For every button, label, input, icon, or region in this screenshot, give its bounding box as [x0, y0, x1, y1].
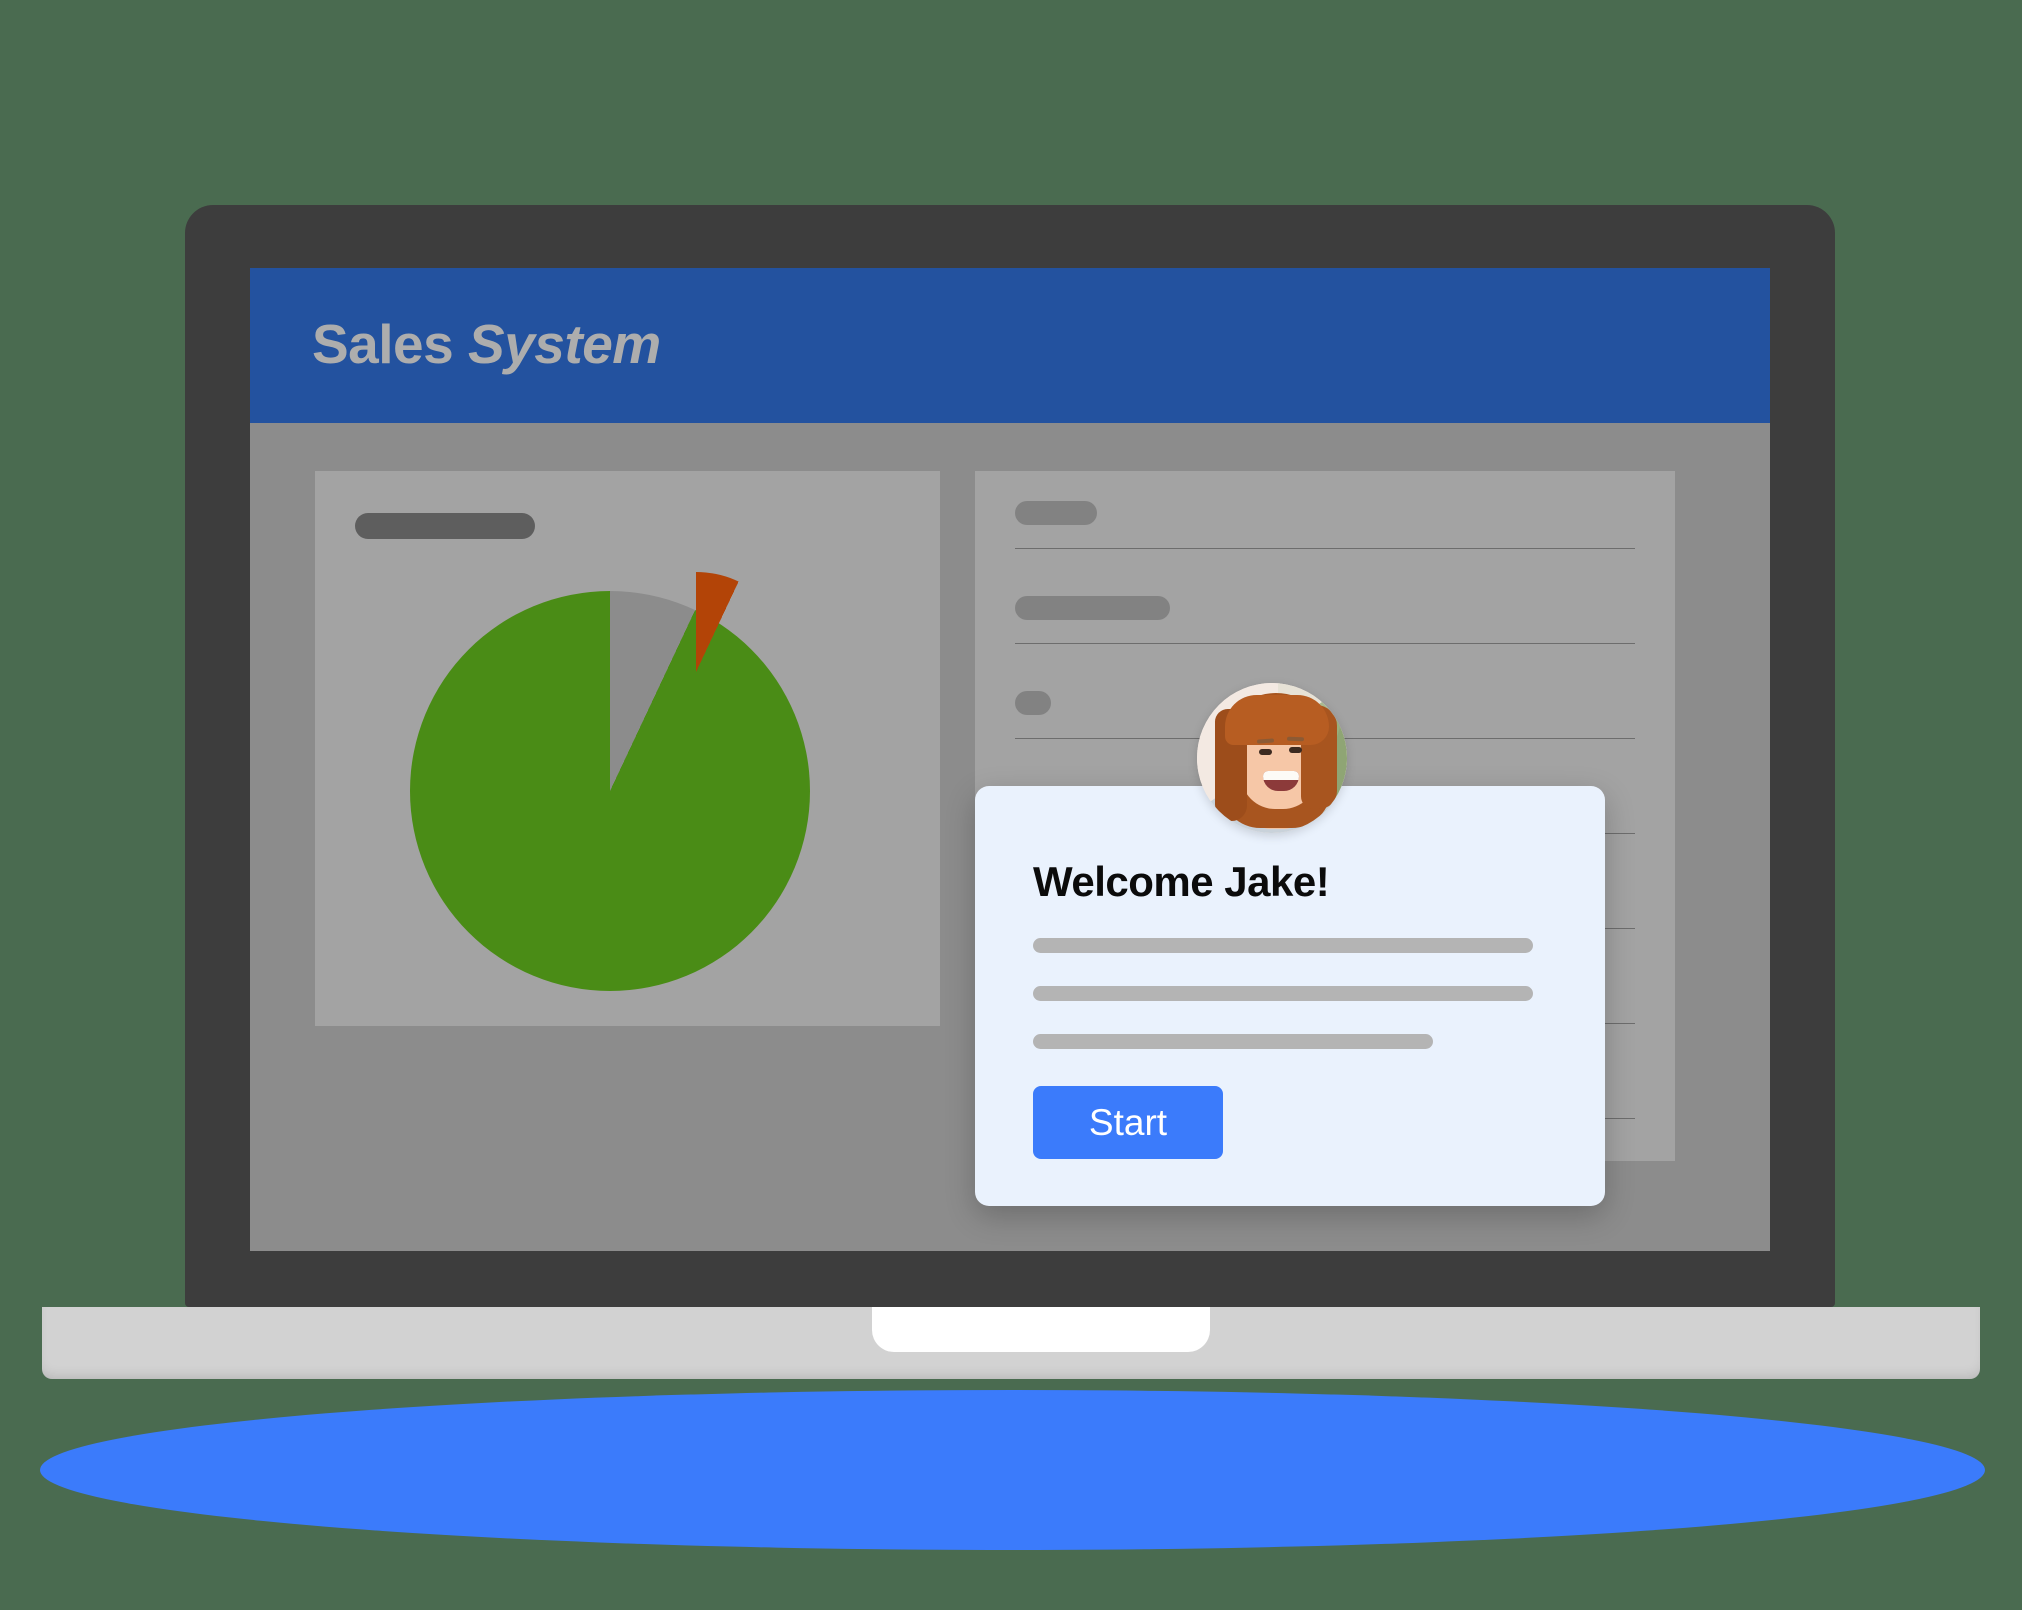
- modal-body-line: [1033, 1034, 1433, 1049]
- laptop-illustration: Sales System Welcome Jake! Start: [0, 0, 2022, 1610]
- pie-slice-highlighted: [596, 572, 796, 772]
- modal-body-line: [1033, 938, 1533, 953]
- pie-chart: [410, 572, 830, 1011]
- laptop-screen: Sales System Welcome Jake! Start: [250, 268, 1770, 1251]
- laptop-base-notch: [872, 1307, 1210, 1352]
- tour-modal: Welcome Jake! Start: [975, 786, 1605, 1206]
- modal-body-line: [1033, 986, 1533, 1001]
- table-cell-placeholder: [1015, 501, 1097, 525]
- page-title: Sales System: [312, 312, 661, 376]
- app-title-main: Sales: [312, 313, 469, 375]
- chart-card-title-placeholder: [355, 513, 535, 539]
- table-cell-placeholder: [1015, 691, 1051, 715]
- start-button[interactable]: Start: [1033, 1086, 1223, 1159]
- table-cell-placeholder: [1015, 596, 1170, 620]
- laptop-shadow-ellipse: [40, 1390, 1985, 1550]
- table-row-divider: [1015, 643, 1635, 644]
- table-row-divider: [1015, 548, 1635, 549]
- avatar: [1197, 683, 1347, 833]
- modal-heading: Welcome Jake!: [1033, 858, 1330, 905]
- app-title-italic: System: [468, 313, 661, 375]
- chart-card: [315, 471, 940, 1026]
- app-header: Sales System: [250, 268, 1770, 423]
